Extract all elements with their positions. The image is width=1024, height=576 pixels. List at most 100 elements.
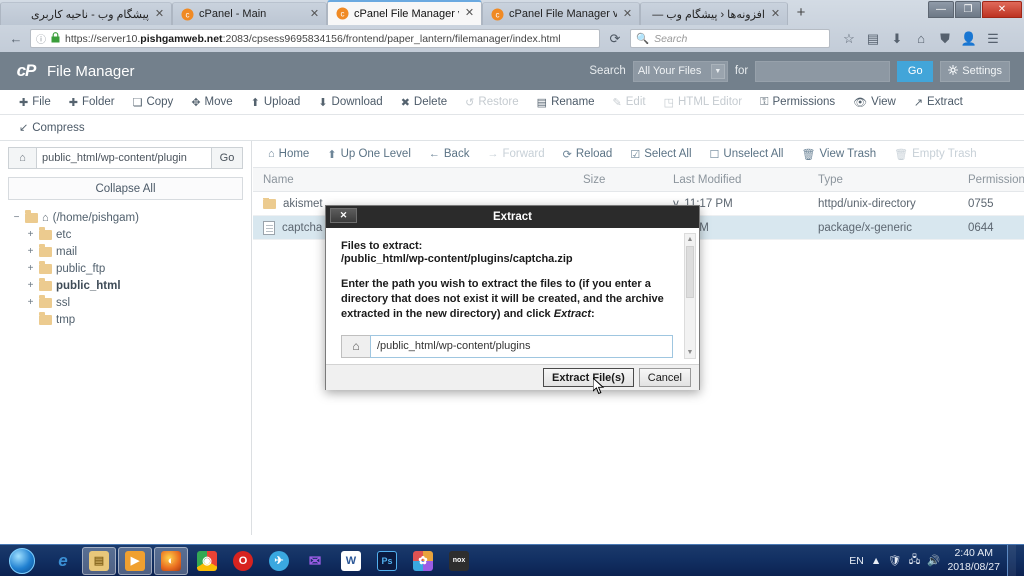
bookmark-star-icon[interactable]: ☆ <box>838 29 860 49</box>
taskbar-file-explorer-icon[interactable]: ▤ <box>82 546 116 575</box>
expand-toggle-icon[interactable]: + <box>26 246 35 257</box>
tree-item-home[interactable]: − ⌂ (/home/pishgam) <box>12 209 251 226</box>
tree-item-public-ftp[interactable]: + public_ftp <box>12 260 251 277</box>
settings-button[interactable]: Settings <box>940 60 1010 82</box>
filelist-button-home[interactable]: ⌂ Home <box>259 141 318 167</box>
toolbar-button-extract[interactable]: ↗ Extract <box>905 90 972 114</box>
expand-toggle-icon[interactable]: + <box>26 263 35 274</box>
scroll-up-icon[interactable]: ▲ <box>685 234 695 245</box>
tree-item-public-html[interactable]: + public_html <box>12 277 251 294</box>
toolbar-button-upload[interactable]: ⬆ Upload <box>242 90 310 114</box>
search-input[interactable] <box>755 60 891 82</box>
page-info-icon[interactable]: ⓘ <box>36 31 46 46</box>
filelist-button-back[interactable]: ← Back <box>420 141 479 167</box>
window-close-button[interactable]: ✕ <box>982 1 1022 18</box>
browser-tab-1[interactable]: پیشگام وب - ناحیه کاربری ✕ <box>0 2 172 25</box>
tab-close-icon[interactable]: ✕ <box>770 8 781 20</box>
filelist-button-unselect-all[interactable]: ☐ Unselect All <box>701 141 793 167</box>
toolbar-button-download[interactable]: ⬇ Download <box>309 90 391 114</box>
dialog-scrollbar[interactable]: ▲ ▼ <box>684 233 696 359</box>
path-input[interactable]: public_html/wp-content/plugin <box>36 147 212 169</box>
taskbar-telegram-icon[interactable]: ✈ <box>262 547 296 575</box>
column-header-permissions[interactable]: Permissions <box>968 174 1024 186</box>
filelist-button-view-trash[interactable]: 🗑 View Trash <box>792 141 885 167</box>
taskbar-nox-icon[interactable]: nox <box>442 547 476 575</box>
path-go-button[interactable]: Go <box>212 147 243 169</box>
taskbar-media-player-icon[interactable]: ▶ <box>118 546 152 575</box>
pocket-icon[interactable]: ⛊ <box>934 29 956 49</box>
minimize-button[interactable]: — <box>928 1 954 18</box>
reload-icon[interactable]: ⟳ <box>604 31 626 47</box>
filelist-button-reload[interactable]: ⟳ Reload <box>554 141 622 167</box>
search-scope-select[interactable]: All Your Files ▼ <box>632 60 728 82</box>
tree-item-etc[interactable]: + etc <box>12 226 251 243</box>
back-icon[interactable]: ← <box>6 29 26 49</box>
account-icon[interactable]: 👤 <box>958 29 980 49</box>
collapse-all-button[interactable]: Collapse All <box>8 177 243 200</box>
filelist-button-select-all[interactable]: ☑ Select All <box>621 141 700 167</box>
home-icon[interactable]: ⌂ <box>341 334 370 358</box>
toolbar-button-compress[interactable]: ↙ Compress <box>10 115 94 140</box>
taskbar-opera-icon[interactable]: O <box>226 547 260 575</box>
browser-tab-2[interactable]: c cPanel - Main ✕ <box>172 2 327 25</box>
clock[interactable]: 2:40 AM 2018/08/27 <box>947 547 1000 573</box>
dialog-close-button[interactable]: ✕ <box>330 208 357 223</box>
toolbar-button-permissions[interactable]: ⚿ Permissions <box>751 90 844 114</box>
library-icon[interactable]: ▤ <box>862 29 884 49</box>
filelist-button-up-one-level[interactable]: ⬆ Up One Level <box>318 141 420 167</box>
tab-close-icon[interactable]: ✕ <box>622 8 633 20</box>
column-header-type[interactable]: Type <box>818 174 968 186</box>
home-icon[interactable]: ⌂ <box>8 147 36 169</box>
browser-tab-3-active[interactable]: c cPanel File Manager v3 ✕ <box>327 0 482 25</box>
toolbar-button-view[interactable]: 👁 View <box>844 90 905 114</box>
taskbar-photoshop-icon[interactable]: Ps <box>370 547 404 575</box>
toolbar-button-folder[interactable]: ✚ Folder <box>60 90 124 114</box>
show-hidden-icons-icon[interactable]: ▲ <box>871 555 881 567</box>
browser-search-input[interactable]: 🔍 Search <box>630 29 830 48</box>
toolbar-button-delete[interactable]: ✖ Delete <box>392 90 456 114</box>
browser-tab-5[interactable]: افزونه‌ها ‹ پیشگام وب — وردپرس ✕ <box>640 2 788 25</box>
volume-icon[interactable]: 🔊 <box>927 554 940 567</box>
address-bar[interactable]: ⓘ https://server10.pishgamweb.net:2083/c… <box>30 29 600 48</box>
expand-toggle-icon[interactable]: + <box>26 229 35 240</box>
download-icon[interactable]: ⬇ <box>886 29 908 49</box>
tab-close-icon[interactable]: ✕ <box>464 8 475 19</box>
new-tab-button[interactable]: + <box>788 2 814 25</box>
column-header-last-modified[interactable]: Last Modified <box>673 174 818 186</box>
maximize-button[interactable]: ❐ <box>955 1 981 18</box>
taskbar-word-icon[interactable]: W <box>334 547 368 575</box>
scroll-down-icon[interactable]: ▼ <box>685 347 695 358</box>
expand-toggle-icon[interactable]: + <box>26 297 35 308</box>
tree-item-tmp[interactable]: tmp <box>12 311 251 328</box>
column-header-size[interactable]: Size <box>583 174 673 186</box>
extract-path-input[interactable]: /public_html/wp-content/plugins <box>370 334 673 358</box>
start-button[interactable] <box>0 546 44 576</box>
browser-tab-4[interactable]: c cPanel File Manager v3 - File ✕ <box>482 2 640 25</box>
toolbar-button-move[interactable]: ✥ Move <box>182 90 241 114</box>
toolbar-button-copy[interactable]: ❏ Copy <box>124 90 183 114</box>
taskbar-firefox-icon[interactable]: ◐ <box>154 546 188 575</box>
chevron-down-icon[interactable]: ▼ <box>710 63 725 79</box>
network-icon[interactable]: 🖧 <box>909 552 921 570</box>
tree-item-ssl[interactable]: + ssl <box>12 294 251 311</box>
toolbar-button-file[interactable]: ✚ File <box>10 90 60 114</box>
tree-item-mail[interactable]: + mail <box>12 243 251 260</box>
scrollbar-thumb[interactable] <box>686 246 694 298</box>
taskbar-chrome-icon[interactable]: ◉ <box>190 547 224 575</box>
toolbar-button-rename[interactable]: ▤ Rename <box>528 90 604 114</box>
tab-close-icon[interactable]: ✕ <box>154 8 165 20</box>
expand-toggle-icon[interactable]: + <box>26 280 35 291</box>
taskbar-internet-explorer-icon[interactable]: e <box>46 547 80 575</box>
show-desktop-button[interactable] <box>1007 544 1016 576</box>
column-header-name[interactable]: Name <box>253 174 583 186</box>
search-go-button[interactable]: Go <box>897 60 934 82</box>
home-icon[interactable]: ⌂ <box>910 29 932 49</box>
cancel-button[interactable]: Cancel <box>638 368 691 387</box>
menu-icon[interactable]: ☰ <box>982 29 1004 49</box>
taskbar-picasa-icon[interactable]: ✿ <box>406 547 440 575</box>
extract-files-button[interactable]: Extract File(s) <box>543 368 634 387</box>
collapse-toggle-icon[interactable]: − <box>12 212 21 223</box>
tab-close-icon[interactable]: ✕ <box>309 8 320 20</box>
taskbar-messenger-icon[interactable]: ✉ <box>298 547 332 575</box>
antivirus-icon[interactable]: 🛡 <box>888 554 901 567</box>
